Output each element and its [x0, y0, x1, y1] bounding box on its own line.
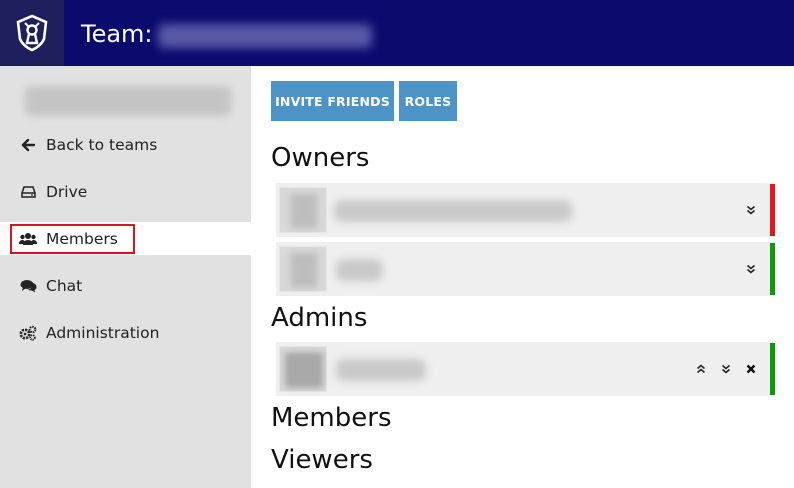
promote-button[interactable] [692, 360, 710, 378]
avatar [279, 346, 327, 392]
members-heading: Members [271, 403, 392, 433]
sidebar-item-label: Back to teams [46, 135, 158, 154]
viewers-heading: Viewers [271, 445, 373, 475]
app-frame: Team: Back to teams Drive Members Chat A… [0, 0, 794, 488]
admins-heading: Admins [271, 303, 368, 333]
member-name-redacted [336, 259, 383, 281]
app-logo[interactable] [0, 0, 64, 66]
member-name-redacted [334, 200, 572, 222]
sidebar-item-label: Members [46, 229, 118, 248]
roles-button[interactable]: ROLES [399, 81, 457, 121]
sidebar-item-back-to-teams[interactable]: Back to teams [0, 128, 251, 161]
shield-keyhole-icon [16, 14, 48, 52]
team-name-redacted-sidebar [25, 86, 231, 116]
status-bar-green [770, 343, 775, 395]
sidebar-item-label: Administration [46, 323, 160, 342]
arrow-left-icon [19, 136, 37, 154]
sidebar-item-label: Drive [46, 182, 88, 201]
invite-friends-button[interactable]: INVITE FRIENDS [271, 81, 394, 121]
member-name-redacted [336, 359, 426, 381]
users-icon [19, 230, 37, 248]
avatar-redacted [291, 253, 317, 287]
gears-icon [19, 324, 37, 342]
sidebar-item-members[interactable]: Members [0, 222, 251, 255]
admin-row [276, 342, 775, 396]
team-title: Team: [81, 20, 153, 48]
chevron-double-down-icon [746, 205, 756, 215]
avatar [279, 187, 327, 233]
close-icon [746, 364, 756, 374]
avatar-redacted [285, 352, 323, 388]
chevron-double-down-icon [746, 264, 756, 274]
owner-row [276, 183, 775, 237]
sidebar-item-label: Chat [46, 276, 83, 295]
sidebar-item-administration[interactable]: Administration [0, 316, 251, 349]
owner-row [276, 242, 775, 296]
status-bar-green [770, 243, 775, 295]
sidebar-item-chat[interactable]: Chat [0, 269, 251, 302]
sidebar-item-drive[interactable]: Drive [0, 175, 251, 208]
sidebar: Back to teams Drive Members Chat Adminis… [0, 66, 251, 488]
demote-button[interactable] [742, 201, 760, 219]
avatar [279, 246, 327, 292]
chat-bubbles-icon [19, 277, 37, 295]
demote-button[interactable] [717, 360, 735, 378]
hard-drive-icon [19, 183, 37, 201]
demote-button[interactable] [742, 260, 760, 278]
team-name-redacted [158, 24, 372, 48]
avatar-redacted [291, 194, 317, 228]
owners-heading: Owners [271, 143, 370, 173]
status-bar-red [770, 184, 775, 236]
chevron-double-up-icon [696, 364, 706, 374]
top-header: Team: [0, 0, 794, 66]
remove-member-button[interactable] [742, 360, 760, 378]
chevron-double-down-icon [721, 364, 731, 374]
